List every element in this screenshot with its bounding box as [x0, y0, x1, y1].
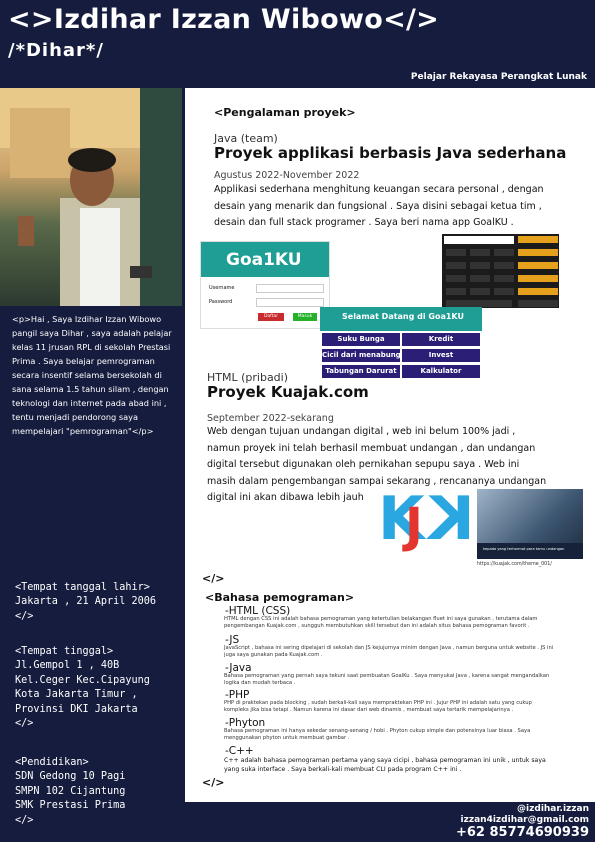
language-description: C++ adalah bahasa pemograman pertama yan…: [224, 757, 546, 773]
kuajak-logo: K J K: [378, 484, 475, 556]
birth-open-tag: <Tempat tanggal lahir>: [15, 582, 150, 593]
language-description: JavaScript , bahasa ini sering dipelajar…: [224, 645, 554, 658]
email-address[interactable]: izzan4izdihar@gmail.com: [461, 815, 589, 825]
card-caption-bar: [477, 543, 583, 559]
register-button[interactable]: Daftar: [258, 313, 284, 321]
menu-kredit[interactable]: Kredit: [402, 333, 480, 346]
username-field[interactable]: [256, 284, 324, 293]
username-label: Username: [209, 285, 235, 291]
address-block: <Tempat tinggal> Jl.Gempol 1 , 40B Kel.C…: [15, 645, 183, 731]
profile-photo-illustration: [0, 88, 182, 306]
address-line: Provinsi DKI Jakarta: [15, 703, 138, 715]
address-line: Kel.Ceger Kec.Cipayung: [15, 674, 150, 686]
header: <>Izdihar Izzan Wibowo</> /*Dihar*/ Pela…: [0, 0, 595, 88]
language-description: Bahasa pemograman ini hanya sekedar sena…: [224, 728, 531, 741]
kuajak-url[interactable]: https://kuajak.com/theme_001/: [477, 562, 552, 567]
instagram-handle[interactable]: @izdihar.izzan: [517, 804, 589, 814]
card-caption: kepada yang terhormat para tamu undangan: [483, 547, 565, 551]
job-title: Pelajar Rekayasa Perangkat Lunak: [410, 72, 587, 82]
address-close-tag: </>: [15, 718, 34, 730]
password-label: Password: [209, 299, 233, 305]
education-block: <Pendidikan> SDN Gedong 10 Pagi SMPN 102…: [15, 756, 183, 828]
sidebar: <p>Hai , Saya Izdihar Izzan Wibowo pangi…: [0, 88, 185, 842]
language-description: HTML dengan CSS ini adalah bahasa pemogr…: [224, 616, 538, 629]
goalku-logo: Goa1KU: [226, 250, 302, 270]
about-me: <p>Hai , Saya Izdihar Izzan Wibowo pangi…: [12, 314, 172, 436]
language-name: -C++: [225, 745, 254, 757]
kuajak-logo-j: J: [405, 498, 423, 554]
nickname: /*Dihar*/: [8, 40, 104, 61]
education-open-tag: <Pendidikan>: [15, 757, 89, 768]
kuajak-logo-k-right: K: [428, 484, 475, 554]
login-button[interactable]: Masuk: [293, 313, 317, 321]
language-description: Bahasa pemograman yang pernah saya tekun…: [224, 673, 550, 686]
goalku-welcome-text: Selamat Datang di Goa1KU: [342, 312, 464, 321]
education-close-tag: </>: [15, 814, 34, 826]
project-date: September 2022-sekarang: [207, 413, 334, 424]
goalku-menu-screenshot: Selamat Datang di Goa1KU Suku Bunga Kred…: [320, 307, 482, 380]
project-description: Applikasi sederhana menghitung keuangan …: [214, 184, 544, 229]
menu-cicil[interactable]: Cicil dari menabung: [322, 349, 401, 362]
languages-heading: <Bahasa pemograman>: [205, 591, 355, 604]
profile-photo: [0, 88, 182, 306]
menu-kalkulator[interactable]: Kalkulator: [402, 365, 480, 378]
menu-tabungan[interactable]: Tabungan Darurat: [322, 365, 400, 378]
birth-block: <Tempat tanggal lahir> Jakarta , 21 Apri…: [15, 581, 183, 624]
goalku-calculator-screenshot: [442, 234, 559, 308]
project-title: Proyek applikasi berbasis Java sederhana: [214, 144, 567, 162]
languages-close-tag: </>: [202, 776, 225, 789]
project-date: Agustus 2022-November 2022: [214, 170, 360, 181]
contact-footer: @izdihar.izzan izzan4izdihar@gmail.com +…: [185, 802, 595, 842]
address-open-tag: <Tempat tinggal>: [15, 646, 114, 657]
phone-number[interactable]: +62 85774690939: [456, 825, 589, 840]
address-line: Kota Jakarta Timur ,: [15, 689, 138, 701]
password-field[interactable]: [256, 298, 324, 307]
kuajak-invitation-card: kepada yang terhormat para tamu undangan: [477, 489, 583, 559]
goalku-login-screenshot: Goa1KU Username Password Daftar Masuk: [200, 241, 330, 329]
projects-heading: <Pengalaman proyek>: [214, 106, 356, 119]
calculator-display: [444, 236, 514, 244]
full-name: <>Izdihar Izzan Wibowo</>: [8, 4, 440, 35]
language-description: PHP di praktekan pada blocking , sudah b…: [224, 700, 532, 713]
menu-invest[interactable]: Invest: [402, 349, 480, 362]
projects-close-tag: </>: [202, 572, 225, 585]
menu-suku-bunga[interactable]: Suku Bunga: [322, 333, 400, 346]
address-line: Jl.Gempol 1 , 40B: [15, 660, 120, 672]
birth-value: Jakarta , 21 April 2006: [15, 596, 157, 608]
education-item: SMPN 102 Cijantung: [15, 785, 126, 797]
project-title: Proyek Kuajak.com: [207, 383, 369, 401]
birth-close-tag: </>: [15, 610, 34, 622]
education-item: SMK Prestasi Prima: [15, 800, 126, 812]
education-item: SDN Gedong 10 Pagi: [15, 771, 126, 783]
